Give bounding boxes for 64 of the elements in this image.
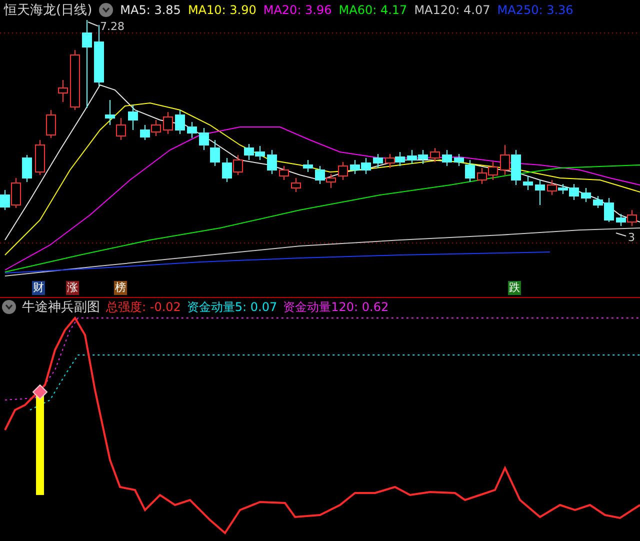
high-price-label: 7.28 xyxy=(100,20,124,33)
candlestick xyxy=(199,128,209,150)
candlestick xyxy=(175,110,185,134)
indicator-title: 牛途神兵副图 xyxy=(22,299,100,316)
candlestick xyxy=(326,174,336,188)
candlestick xyxy=(70,50,80,110)
moving-average-value: MA250: 3.36 xyxy=(497,3,574,17)
candlestick xyxy=(315,166,325,184)
candlestick xyxy=(22,154,32,182)
candlestick xyxy=(442,150,452,166)
candlestick xyxy=(105,100,115,126)
indicator-value: 总强度: -0.02 xyxy=(106,298,181,316)
candlestick xyxy=(187,122,197,138)
candlestick xyxy=(581,188,591,202)
candlestick xyxy=(523,176,533,190)
candlestick xyxy=(303,160,313,172)
dropdown-icon[interactable] xyxy=(2,300,16,314)
candlestick xyxy=(500,144,510,176)
candlestick xyxy=(233,154,243,176)
candlestick xyxy=(511,150,521,186)
candlestick xyxy=(395,152,405,166)
candlestick xyxy=(222,158,232,182)
candlestick xyxy=(385,154,395,168)
candlestick xyxy=(116,118,126,140)
candlestick xyxy=(140,124,150,140)
candlestick xyxy=(338,162,348,180)
candlestick xyxy=(373,154,383,168)
candlestick xyxy=(430,148,440,162)
candlestick xyxy=(58,80,68,102)
candlestick xyxy=(291,178,301,192)
candlestick xyxy=(407,150,417,164)
candlestick xyxy=(35,140,45,176)
moving-average-value: MA20: 3.96 xyxy=(263,3,332,17)
candlestick xyxy=(244,144,254,160)
candlestick xyxy=(151,120,161,136)
candlestick xyxy=(46,110,56,138)
indicator-value: 资金动量5: 0.07 xyxy=(186,298,278,316)
low-price-label: 3 xyxy=(628,231,635,244)
dropdown-icon[interactable] xyxy=(99,3,114,17)
diamond-icon xyxy=(32,384,48,400)
candlestick xyxy=(255,146,265,160)
candlestick xyxy=(279,166,289,180)
moving-average-value: MA5: 3.85 xyxy=(120,3,181,17)
chart-title: 恒天海龙(日线) xyxy=(4,2,92,19)
candlestick xyxy=(418,150,428,164)
candlestick xyxy=(477,168,487,184)
candlestick xyxy=(616,214,626,226)
signal-tag: 跌 xyxy=(508,281,521,295)
candlestick xyxy=(350,160,360,174)
candlestick xyxy=(488,162,498,180)
signal-tag: 涨 xyxy=(66,281,79,295)
candlestick xyxy=(267,150,277,174)
candlestick xyxy=(128,104,138,130)
moving-average-value: MA60: 4.17 xyxy=(338,3,408,17)
indicator-value: 资金动量120: 0.62 xyxy=(283,298,389,316)
candlestick xyxy=(361,158,371,174)
candlestick xyxy=(627,210,637,226)
candlestick xyxy=(535,180,545,206)
moving-average-value: MA10: 3.90 xyxy=(188,3,256,17)
signal-tag: 榜 xyxy=(114,281,127,295)
candlestick xyxy=(163,112,173,134)
moving-average-value: MA120: 4.07 xyxy=(414,3,490,17)
signal-tag: 财 xyxy=(32,281,45,295)
candlestick xyxy=(210,140,220,166)
